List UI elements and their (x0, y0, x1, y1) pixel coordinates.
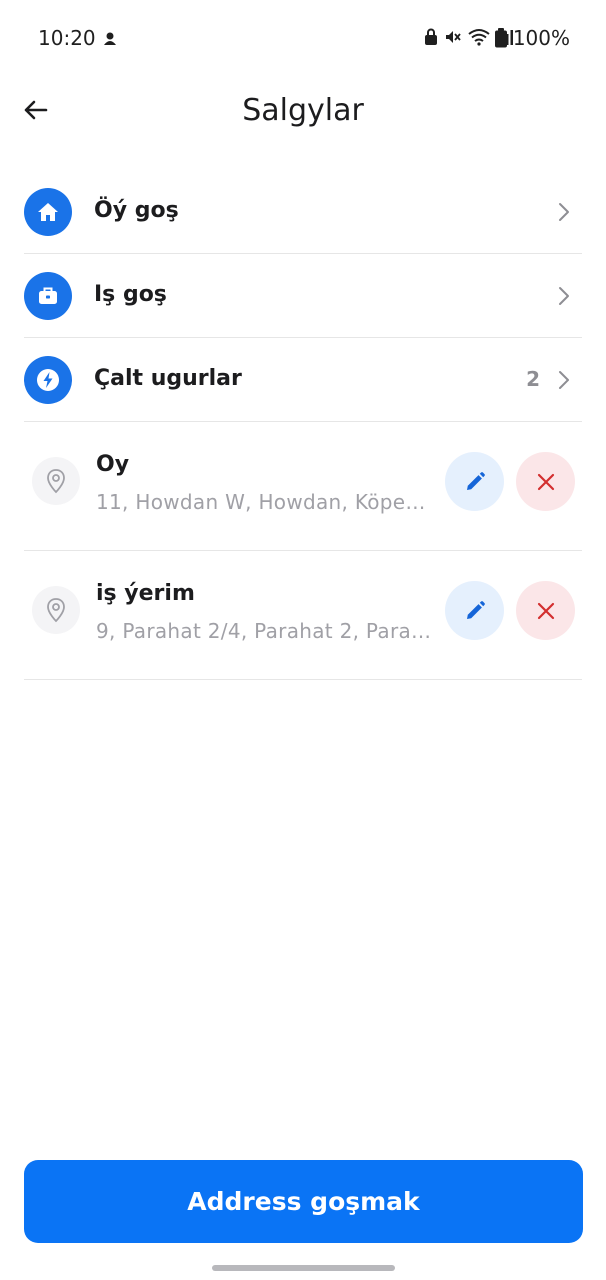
chevron-right-icon (559, 203, 569, 221)
edit-button[interactable] (445, 452, 504, 511)
home-icon (24, 188, 72, 236)
delete-button[interactable] (516, 581, 575, 640)
shortcut-label: Çalt ugurlar (94, 366, 242, 391)
location-pin-icon (32, 586, 80, 634)
lock-icon (425, 28, 437, 45)
mute-icon (446, 31, 461, 43)
battery-shape-icon (495, 28, 507, 48)
chevron-right-icon (559, 287, 569, 305)
header: Salgylar (0, 76, 606, 146)
status-time: 10:20 (38, 26, 96, 50)
battery-percentage: 100% (512, 26, 570, 50)
shortcut-row-home[interactable]: Öý goş (24, 170, 582, 254)
location-pin-icon (32, 457, 80, 505)
address-name: Oy (96, 452, 130, 477)
pencil-icon (466, 600, 485, 619)
address-detail: 11, Howdan W, Howdan, Köpetdag etraby, A… (96, 490, 432, 514)
saved-address-item[interactable]: iş ýerim 9, Parahat 2/4, Parahat 2, Para… (24, 551, 582, 680)
shortcut-row-work[interactable]: Iş goş (24, 254, 582, 338)
delete-button[interactable] (516, 452, 575, 511)
address-name: iş ýerim (96, 581, 195, 606)
close-icon (537, 473, 554, 490)
shortcut-row-quick-routes[interactable]: Çalt ugurlar 2 (24, 338, 582, 422)
saved-address-item[interactable]: Oy 11, Howdan W, Howdan, Köpetdag etraby… (24, 422, 582, 551)
lightning-icon (24, 356, 72, 404)
shortcut-label: Iş goş (94, 282, 167, 307)
status-bar: 10:20 100% (0, 0, 606, 76)
shortcut-label: Öý goş (94, 198, 179, 223)
edit-button[interactable] (445, 581, 504, 640)
page-title: Salgylar (242, 93, 364, 128)
routes-count: 2 (526, 367, 540, 391)
address-detail: 9, Parahat 2/4, Parahat 2, Parahat, Aşga… (96, 619, 432, 643)
close-icon (537, 602, 554, 619)
notification-icon (104, 32, 116, 45)
add-address-button[interactable]: Address goşmak (24, 1160, 583, 1243)
pencil-icon (466, 471, 485, 490)
chevron-right-icon (559, 371, 569, 389)
briefcase-icon (24, 272, 72, 320)
wifi-icon (468, 29, 490, 46)
home-indicator[interactable] (212, 1265, 395, 1271)
